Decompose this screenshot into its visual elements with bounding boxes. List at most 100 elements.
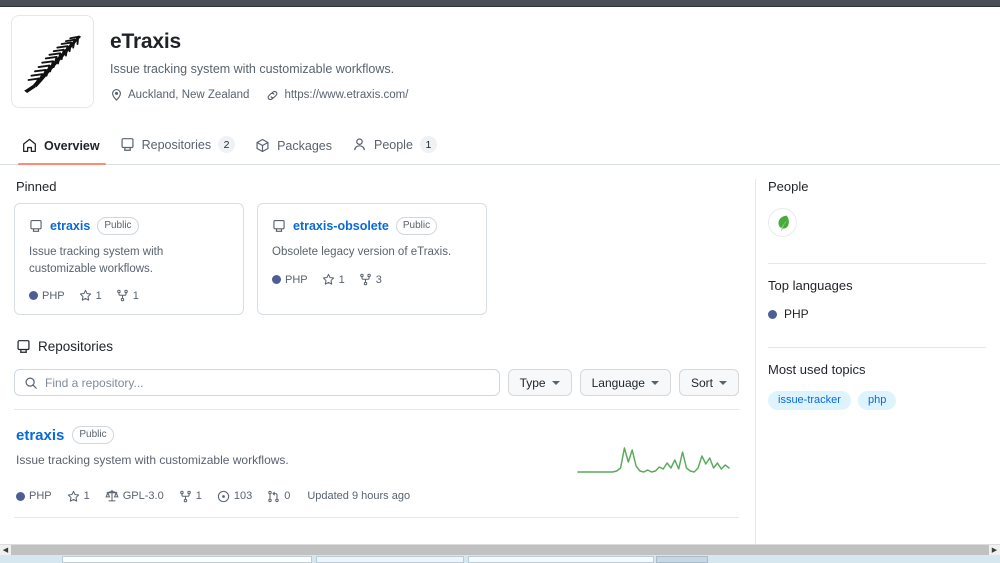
taskbar-window-item[interactable] bbox=[62, 556, 312, 563]
taskbar[interactable] bbox=[0, 555, 1000, 563]
profile-nav-tabs: Overview Repositories 2 Packages People … bbox=[0, 132, 1000, 165]
person-icon bbox=[354, 138, 365, 151]
forks-stat[interactable]: 1 bbox=[179, 490, 202, 503]
scrollbar-thumb[interactable] bbox=[11, 544, 989, 556]
tab-overview-label: Overview bbox=[44, 138, 100, 153]
top-language-label: PHP bbox=[784, 307, 809, 321]
topic-chip[interactable]: php bbox=[857, 391, 897, 410]
pinned-card[interactable]: etraxis Public Issue tracking system wit… bbox=[14, 203, 244, 316]
search-repositories-box[interactable] bbox=[14, 369, 500, 397]
language-label: PHP bbox=[29, 490, 52, 503]
forks-stat[interactable]: 1 bbox=[116, 289, 139, 302]
filter-language-label: Language bbox=[591, 375, 645, 390]
repository-list-item[interactable]: etraxis Public Issue tracking system wit… bbox=[14, 410, 739, 519]
language-stat: PHP bbox=[272, 274, 308, 286]
license-stat: GPL-3.0 bbox=[105, 489, 164, 503]
scrollbar-track[interactable] bbox=[11, 544, 989, 556]
pinned-repo-link[interactable]: etraxis-obsolete bbox=[293, 219, 389, 233]
repo-icon bbox=[273, 220, 285, 232]
repo-icon bbox=[17, 340, 30, 354]
pull-requests-count: 0 bbox=[284, 490, 291, 503]
forks-stat[interactable]: 3 bbox=[359, 273, 382, 286]
stars-count: 1 bbox=[95, 289, 102, 302]
language-stat: PHP bbox=[16, 490, 52, 502]
repository-link[interactable]: etraxis bbox=[16, 427, 64, 444]
visibility-badge: Public bbox=[395, 217, 438, 235]
link-icon bbox=[268, 90, 278, 100]
screen: eTraxis Issue tracking system with custo… bbox=[0, 0, 1000, 563]
profile-website-link[interactable]: https://www.etraxis.com/ bbox=[284, 89, 408, 101]
scroll-right-arrow-icon[interactable]: ▶ bbox=[989, 544, 1000, 556]
license-label: GPL-3.0 bbox=[122, 490, 164, 503]
top-languages-section: Top languages PHP bbox=[763, 264, 986, 321]
pinned-grid: etraxis Public Issue tracking system wit… bbox=[14, 203, 739, 316]
filter-sort-button[interactable]: Sort bbox=[678, 369, 739, 397]
package-icon bbox=[256, 138, 269, 153]
pinned-repo-stats: PHP 1 bbox=[29, 289, 229, 302]
tab-repositories[interactable]: Repositories 2 bbox=[112, 132, 245, 164]
topic-chip[interactable]: issue-tracker bbox=[768, 391, 851, 410]
most-used-topics-section: Most used topics issue-tracker php bbox=[763, 348, 986, 410]
language-color-dot bbox=[768, 309, 777, 319]
profile-meta: Auckland, New Zealand https://www.etraxi… bbox=[110, 88, 408, 102]
topics-row: issue-tracker php bbox=[768, 391, 986, 410]
profile-bio: Issue tracking system with customizable … bbox=[110, 62, 395, 77]
people-section-title: People bbox=[768, 179, 809, 194]
filter-type-button[interactable]: Type bbox=[507, 369, 572, 397]
top-languages-section-title: Top languages bbox=[768, 278, 853, 293]
profile-header: eTraxis Issue tracking system with custo… bbox=[0, 7, 1000, 132]
secondary-column: People Top languages PHP Most used topic… bbox=[755, 165, 1000, 410]
tab-people-label: People bbox=[373, 137, 413, 152]
people-section: People bbox=[763, 165, 986, 237]
taskbar-window-item[interactable] bbox=[656, 556, 708, 563]
tab-packages-label: Packages bbox=[277, 138, 332, 153]
most-used-topics-section-title: Most used topics bbox=[768, 362, 866, 377]
filter-language-button[interactable]: Language bbox=[579, 369, 671, 397]
tab-overview[interactable]: Overview bbox=[14, 134, 110, 165]
taskbar-window-item[interactable] bbox=[468, 556, 654, 563]
fork-icon bbox=[116, 290, 128, 302]
issues-count: 103 bbox=[233, 490, 253, 503]
repository-updated-text: Updated 9 hours ago bbox=[307, 490, 411, 503]
pinned-card-header: etraxis-obsolete Public bbox=[272, 217, 472, 235]
pinned-repo-description: Obsolete legacy version of eTraxis. bbox=[272, 246, 452, 258]
tab-people[interactable]: People 1 bbox=[344, 132, 447, 164]
pinned-repo-link[interactable]: etraxis bbox=[50, 219, 90, 233]
repositories-heading-label: Repositories bbox=[38, 339, 114, 355]
filter-sort-label: Sort bbox=[690, 375, 713, 390]
tab-packages[interactable]: Packages bbox=[247, 134, 342, 164]
repositories-toolbar: Type Language Sort bbox=[14, 369, 739, 397]
home-icon bbox=[23, 138, 36, 153]
pull-requests-stat[interactable]: 0 bbox=[267, 490, 290, 503]
stars-count: 1 bbox=[83, 490, 90, 503]
column-divider bbox=[755, 179, 756, 545]
filter-type-label: Type bbox=[519, 375, 546, 390]
pinned-heading: Pinned bbox=[16, 179, 57, 194]
pinned-card[interactable]: etraxis-obsolete Public Obsolete legacy … bbox=[257, 203, 487, 316]
forks-count: 1 bbox=[195, 490, 202, 503]
chevron-down-icon bbox=[551, 380, 560, 385]
stars-stat[interactable]: 1 bbox=[79, 289, 102, 302]
tab-people-count: 1 bbox=[419, 136, 437, 153]
avatar[interactable] bbox=[11, 15, 94, 108]
pull-request-icon bbox=[268, 490, 279, 502]
top-language-item[interactable]: PHP bbox=[768, 307, 986, 321]
stars-count: 1 bbox=[338, 273, 345, 286]
location-pin-icon bbox=[112, 88, 121, 101]
pinned-card-header: etraxis Public bbox=[29, 217, 229, 235]
taskbar-window-item[interactable] bbox=[316, 556, 464, 563]
profile-website[interactable]: https://www.etraxis.com/ bbox=[266, 89, 408, 102]
stars-stat[interactable]: 1 bbox=[322, 273, 345, 286]
search-input[interactable] bbox=[45, 375, 490, 390]
scroll-left-arrow-icon[interactable]: ◀ bbox=[0, 544, 11, 556]
language-label: PHP bbox=[285, 273, 308, 286]
page-title: eTraxis bbox=[110, 30, 181, 53]
stars-stat[interactable]: 1 bbox=[67, 490, 90, 503]
people-avatar-row bbox=[768, 208, 986, 237]
horizontal-scrollbar[interactable]: ◀ ▶ bbox=[0, 544, 1000, 556]
leaf-avatar-icon bbox=[777, 215, 789, 231]
repo-icon bbox=[30, 220, 42, 232]
avatar[interactable] bbox=[768, 208, 797, 237]
window-chrome-bar bbox=[0, 0, 1000, 7]
issues-stat[interactable]: 103 bbox=[217, 490, 252, 503]
